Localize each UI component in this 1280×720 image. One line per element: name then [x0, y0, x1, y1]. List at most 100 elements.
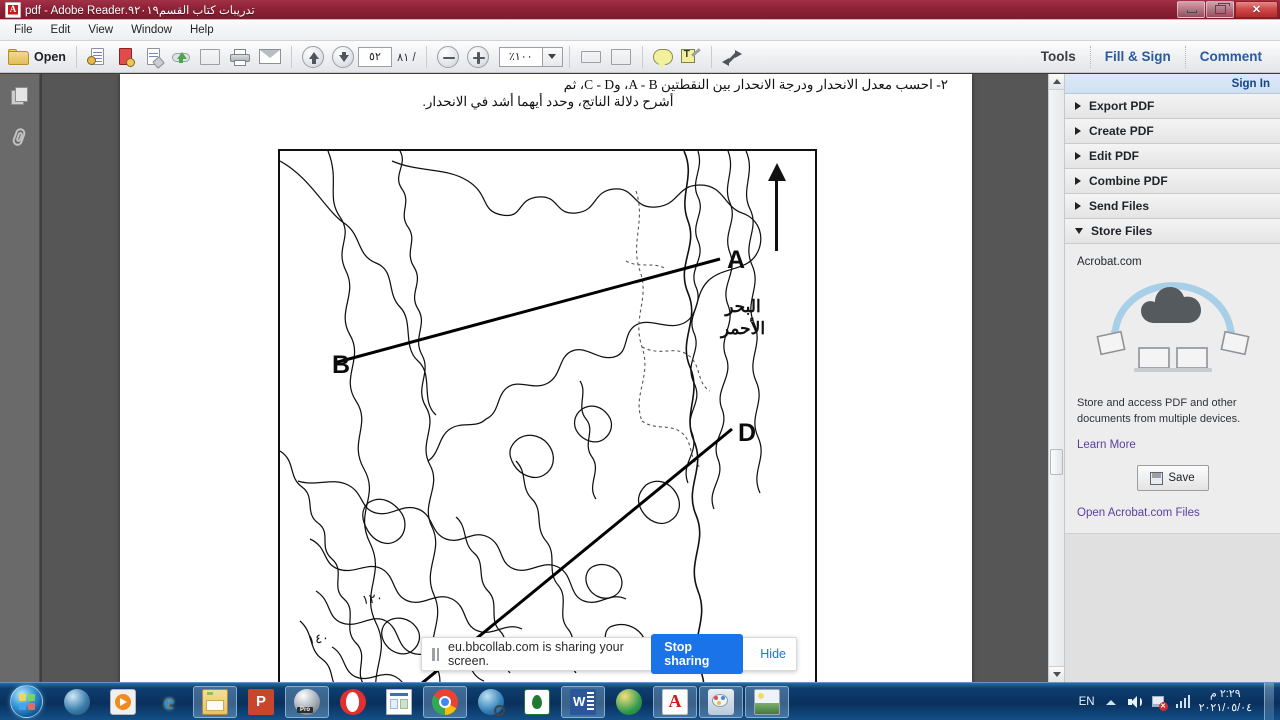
export-pdf-button[interactable] [111, 44, 139, 70]
language-indicator[interactable]: EN [1079, 696, 1095, 708]
taskbar-item-file-explorer[interactable] [193, 685, 237, 718]
zoom-dropdown-button[interactable] [542, 46, 563, 67]
start-button[interactable] [3, 685, 49, 719]
chevron-right-icon [1075, 102, 1081, 110]
taskbar-item-excel-doc[interactable] [377, 686, 421, 718]
taskbar-item-google-earth[interactable] [607, 686, 651, 718]
restore-button[interactable] [1206, 1, 1234, 18]
menu-edit[interactable]: Edit [43, 22, 79, 38]
powerpoint-icon: P [248, 688, 274, 715]
panel-item-export-pdf[interactable]: Export PDF [1065, 94, 1280, 119]
taskbar-item-powerpoint[interactable]: P [239, 686, 283, 718]
panel-item-send-files[interactable]: Send Files [1065, 194, 1280, 219]
minimize-button[interactable] [1177, 1, 1205, 18]
add-comment-button[interactable] [649, 44, 677, 70]
chevron-down-icon [548, 54, 557, 59]
panel-item-store-files[interactable]: Store Files [1065, 219, 1280, 244]
chevron-right-icon [1075, 127, 1081, 135]
create-pdf-button[interactable] [83, 44, 111, 70]
search-globe-icon [478, 688, 505, 716]
panel-label-export-pdf: Export PDF [1089, 99, 1155, 113]
taskbar-item-internet-explorer[interactable]: e [147, 686, 191, 718]
learn-more-link[interactable]: Learn More [1077, 439, 1268, 451]
taskbar-item-media-player[interactable] [101, 686, 145, 718]
edit-pdf-button[interactable] [139, 44, 167, 70]
next-page-button[interactable] [328, 44, 358, 70]
save-button[interactable]: Save [1136, 465, 1209, 492]
toolbar-separator [75, 45, 77, 68]
page-thumbnails-icon[interactable] [9, 86, 31, 108]
hide-banner-button[interactable]: Hide [760, 647, 786, 661]
panel-label-send-files: Send Files [1089, 199, 1150, 213]
share-message: eu.bbcollab.com is sharing your screen. [448, 640, 624, 668]
open-acrobat-files-link[interactable]: Open Acrobat.com Files [1077, 507, 1268, 519]
open-button[interactable]: Open [4, 44, 70, 70]
adobe-reader-window: تدريبات كتاب القسم٩٢٠١٩.pdf - Adobe Read… [0, 0, 1280, 682]
taskbar-item-opera[interactable] [331, 686, 375, 718]
taskbar-item-green-drop[interactable] [515, 686, 559, 718]
fullscreen-icon [721, 48, 742, 66]
fill-and-sign-task-button[interactable]: Fill & Sign [1091, 45, 1185, 68]
taskbar-item-pro-app[interactable]: Pro [285, 685, 329, 718]
email-button[interactable] [255, 44, 285, 70]
signal-bars-icon[interactable] [1175, 694, 1191, 710]
taskbar-item-microsoft-word[interactable]: W [561, 685, 605, 718]
vertical-scrollbar[interactable] [1048, 74, 1064, 682]
navigation-rail [0, 74, 40, 682]
taskbar-item-adobe-reader[interactable]: A [653, 685, 697, 718]
profile-line-ab [333, 257, 721, 365]
menu-view[interactable]: View [80, 22, 121, 38]
sign-in-link[interactable]: Sign In [1232, 78, 1270, 90]
scroll-down-arrow [1052, 672, 1061, 677]
scroll-up-button[interactable] [1049, 74, 1064, 90]
fit-width-button[interactable] [576, 44, 606, 70]
panel-item-create-pdf[interactable]: Create PDF [1065, 119, 1280, 144]
tools-task-button[interactable]: Tools [1027, 45, 1090, 68]
menu-file[interactable]: File [6, 22, 41, 38]
show-hidden-icons-arrow[interactable] [1103, 694, 1119, 710]
tools-panel: Sign In Export PDF Create PDF Edit PDF C… [1064, 74, 1280, 682]
volume-icon[interactable] [1127, 694, 1143, 710]
menu-window[interactable]: Window [123, 22, 180, 38]
fullscreen-button[interactable] [718, 44, 746, 70]
comment-task-button[interactable]: Comment [1186, 45, 1276, 68]
previous-page-button[interactable] [298, 44, 328, 70]
upload-cloud-button[interactable] [167, 44, 195, 70]
store-files-body: Acrobat.com Store and access PDF and oth… [1065, 244, 1280, 520]
menu-help[interactable]: Help [182, 22, 222, 38]
taskbar-item-earth-globe[interactable] [55, 686, 99, 718]
taskbar-item-photo-viewer[interactable] [745, 685, 789, 718]
panel-item-combine-pdf[interactable]: Combine PDF [1065, 169, 1280, 194]
print-button[interactable] [225, 44, 255, 70]
microsoft-word-icon: W [570, 688, 596, 715]
zoom-in-button[interactable] [463, 44, 493, 70]
document-viewport[interactable]: ٢- احسب معدل الانحدار ودرجة الانحدار بين… [42, 74, 1048, 682]
close-button[interactable]: ✕ [1235, 1, 1278, 18]
create-pdf-icon [86, 47, 107, 67]
scrollbar-thumb[interactable] [1050, 449, 1063, 475]
scroll-down-button[interactable] [1049, 666, 1064, 682]
taskbar-item-search-globe[interactable] [469, 686, 513, 718]
taskbar-item-google-chrome[interactable] [423, 685, 467, 718]
fit-page-button[interactable] [606, 44, 636, 70]
save-file-button[interactable] [195, 44, 225, 70]
panel-item-edit-pdf[interactable]: Edit PDF [1065, 144, 1280, 169]
google-chrome-icon [432, 688, 458, 715]
taskbar-item-paint[interactable] [699, 685, 743, 718]
zoom-out-button[interactable] [433, 44, 463, 70]
network-error-icon[interactable]: ✕ [1151, 694, 1168, 711]
clock[interactable]: ٢:٢٩ م ٢٠٢١/٠٥/٠٤ [1199, 688, 1252, 716]
attachments-clip-icon[interactable] [9, 126, 31, 148]
contour-map-svg [280, 151, 762, 682]
screen-root: Document Word Document compatibility Cre… [0, 0, 1280, 720]
page-number-input[interactable]: ٥٢ [357, 46, 392, 67]
pro-app-icon: Pro [294, 688, 320, 715]
toolbar-separator [425, 45, 427, 68]
text-stamp-button[interactable]: T [677, 44, 705, 70]
show-desktop-button[interactable] [1264, 682, 1274, 720]
stop-sharing-button[interactable]: Stop sharing [651, 634, 744, 674]
email-icon [258, 49, 281, 64]
arrow-up-icon [301, 45, 324, 68]
zoom-level-input[interactable]: ١٠٠٪ [498, 46, 543, 67]
save-button-label: Save [1168, 472, 1195, 485]
